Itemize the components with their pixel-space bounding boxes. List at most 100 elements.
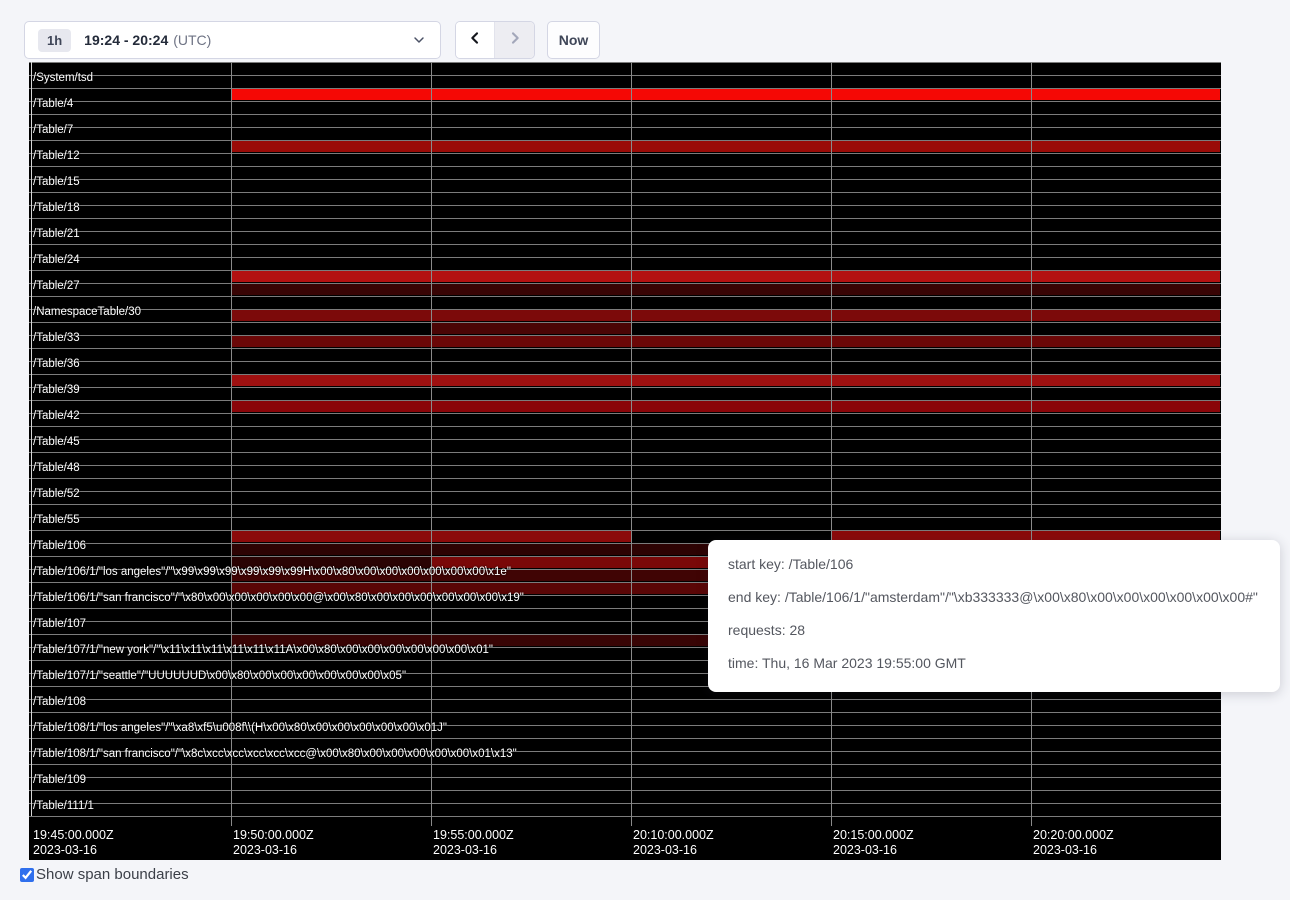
span-row xyxy=(29,361,1221,374)
heat-band[interactable] xyxy=(631,375,831,386)
next-interval-button[interactable] xyxy=(495,22,534,58)
span-row xyxy=(29,478,1221,491)
heat-band[interactable] xyxy=(831,141,1031,152)
heat-band[interactable] xyxy=(431,284,631,295)
heat-band[interactable] xyxy=(1031,284,1220,295)
heat-band[interactable] xyxy=(231,401,431,412)
heat-band[interactable] xyxy=(631,271,831,282)
span-row xyxy=(29,166,1221,179)
heat-band[interactable] xyxy=(631,89,831,100)
show-span-boundaries-checkbox[interactable] xyxy=(20,868,34,882)
x-axis-time: 19:55:00.000Z xyxy=(433,828,514,843)
x-axis-label: 19:55:00.000Z2023-03-16 xyxy=(433,828,514,858)
heat-band[interactable] xyxy=(431,531,631,542)
heat-band[interactable] xyxy=(831,89,1031,100)
heat-band[interactable] xyxy=(631,141,831,152)
x-axis-time: 20:10:00.000Z xyxy=(633,828,714,843)
heat-band[interactable] xyxy=(231,531,431,542)
span-row xyxy=(29,114,1221,127)
span-row xyxy=(29,75,1221,88)
previous-interval-button[interactable] xyxy=(456,22,495,58)
heat-band[interactable] xyxy=(231,336,431,347)
span-row xyxy=(29,699,1221,712)
heat-band[interactable] xyxy=(1031,375,1220,386)
heat-band[interactable] xyxy=(1031,401,1220,412)
heat-band[interactable] xyxy=(1031,89,1220,100)
span-label: /Table/18 xyxy=(33,202,80,215)
x-axis-time: 19:50:00.000Z xyxy=(233,828,314,843)
heat-band[interactable] xyxy=(431,401,631,412)
span-row xyxy=(29,517,1221,530)
span-label: /Table/106/1/"san francisco"/"\x80\x00\x… xyxy=(33,592,524,605)
heat-band[interactable] xyxy=(1031,271,1220,282)
time-gridline xyxy=(431,62,432,826)
tooltip-end-key: end key: /Table/106/1/"amsterdam"/"\xb33… xyxy=(728,587,1260,608)
heat-band[interactable] xyxy=(631,401,831,412)
span-row xyxy=(29,764,1221,777)
heat-band[interactable] xyxy=(1031,336,1220,347)
x-axis-date: 2023-03-16 xyxy=(633,843,714,858)
heat-band[interactable] xyxy=(431,89,631,100)
time-nav-group xyxy=(455,21,535,59)
span-label: /Table/12 xyxy=(33,150,80,163)
span-row xyxy=(29,257,1221,270)
time-window-text: 19:24 - 20:24 xyxy=(84,32,168,48)
heat-band[interactable] xyxy=(631,284,831,295)
heat-band[interactable] xyxy=(231,141,431,152)
span-label: /Table/55 xyxy=(33,514,80,527)
heat-band[interactable] xyxy=(831,310,1031,321)
span-label: /Table/107/1/"new york"/"\x11\x11\x11\x1… xyxy=(33,644,493,657)
heat-band[interactable] xyxy=(231,284,431,295)
heat-band[interactable] xyxy=(831,401,1031,412)
key-visualizer-heatmap[interactable]: /System/tsd/Table/4/Table/7/Table/12/Tab… xyxy=(29,62,1221,860)
span-row xyxy=(29,426,1221,439)
heat-band[interactable] xyxy=(231,310,431,321)
heat-band[interactable] xyxy=(231,544,431,555)
heat-band[interactable] xyxy=(231,271,431,282)
chevron-left-icon xyxy=(467,30,483,51)
x-axis-date: 2023-03-16 xyxy=(33,843,114,858)
span-row xyxy=(29,491,1221,504)
heat-band[interactable] xyxy=(831,284,1031,295)
now-button[interactable]: Now xyxy=(547,21,600,59)
time-range-select[interactable]: 1h 19:24 - 20:24 (UTC) xyxy=(24,21,441,59)
span-row xyxy=(29,205,1221,218)
span-label: /Table/52 xyxy=(33,488,80,501)
heat-band[interactable] xyxy=(431,310,631,321)
heat-band[interactable] xyxy=(631,336,831,347)
span-label: /Table/15 xyxy=(33,176,80,189)
heat-band[interactable] xyxy=(431,544,631,555)
heat-band[interactable] xyxy=(431,141,631,152)
x-axis-time: 20:15:00.000Z xyxy=(833,828,914,843)
span-row xyxy=(29,777,1221,790)
heat-band[interactable] xyxy=(831,271,1031,282)
span-row xyxy=(29,803,1221,816)
span-row xyxy=(29,348,1221,361)
x-axis-date: 2023-03-16 xyxy=(833,843,914,858)
heat-band[interactable] xyxy=(1031,141,1220,152)
time-gridline xyxy=(831,62,832,826)
span-boundaries-control: Show span boundaries xyxy=(20,866,189,883)
span-row xyxy=(29,127,1221,140)
heat-band[interactable] xyxy=(831,336,1031,347)
x-axis-time: 20:20:00.000Z xyxy=(1033,828,1114,843)
heat-band[interactable] xyxy=(431,271,631,282)
heat-band[interactable] xyxy=(631,310,831,321)
heat-band[interactable] xyxy=(231,375,431,386)
heat-band[interactable] xyxy=(431,375,631,386)
time-gridline xyxy=(631,62,632,826)
span-label: /Table/7 xyxy=(33,124,73,137)
x-axis-label: 19:45:00.000Z2023-03-16 xyxy=(33,828,114,858)
show-span-boundaries-label: Show span boundaries xyxy=(36,866,189,883)
span-row xyxy=(29,465,1221,478)
heat-band[interactable] xyxy=(231,89,431,100)
heat-band[interactable] xyxy=(431,336,631,347)
heat-band[interactable] xyxy=(831,375,1031,386)
span-label: /Table/21 xyxy=(33,228,80,241)
heat-band[interactable] xyxy=(1031,310,1220,321)
heat-band[interactable] xyxy=(431,323,631,334)
x-axis-date: 2023-03-16 xyxy=(233,843,314,858)
span-label: /Table/106 xyxy=(33,540,86,553)
span-row xyxy=(29,153,1221,166)
tooltip-start-key: start key: /Table/106 xyxy=(728,554,1260,575)
